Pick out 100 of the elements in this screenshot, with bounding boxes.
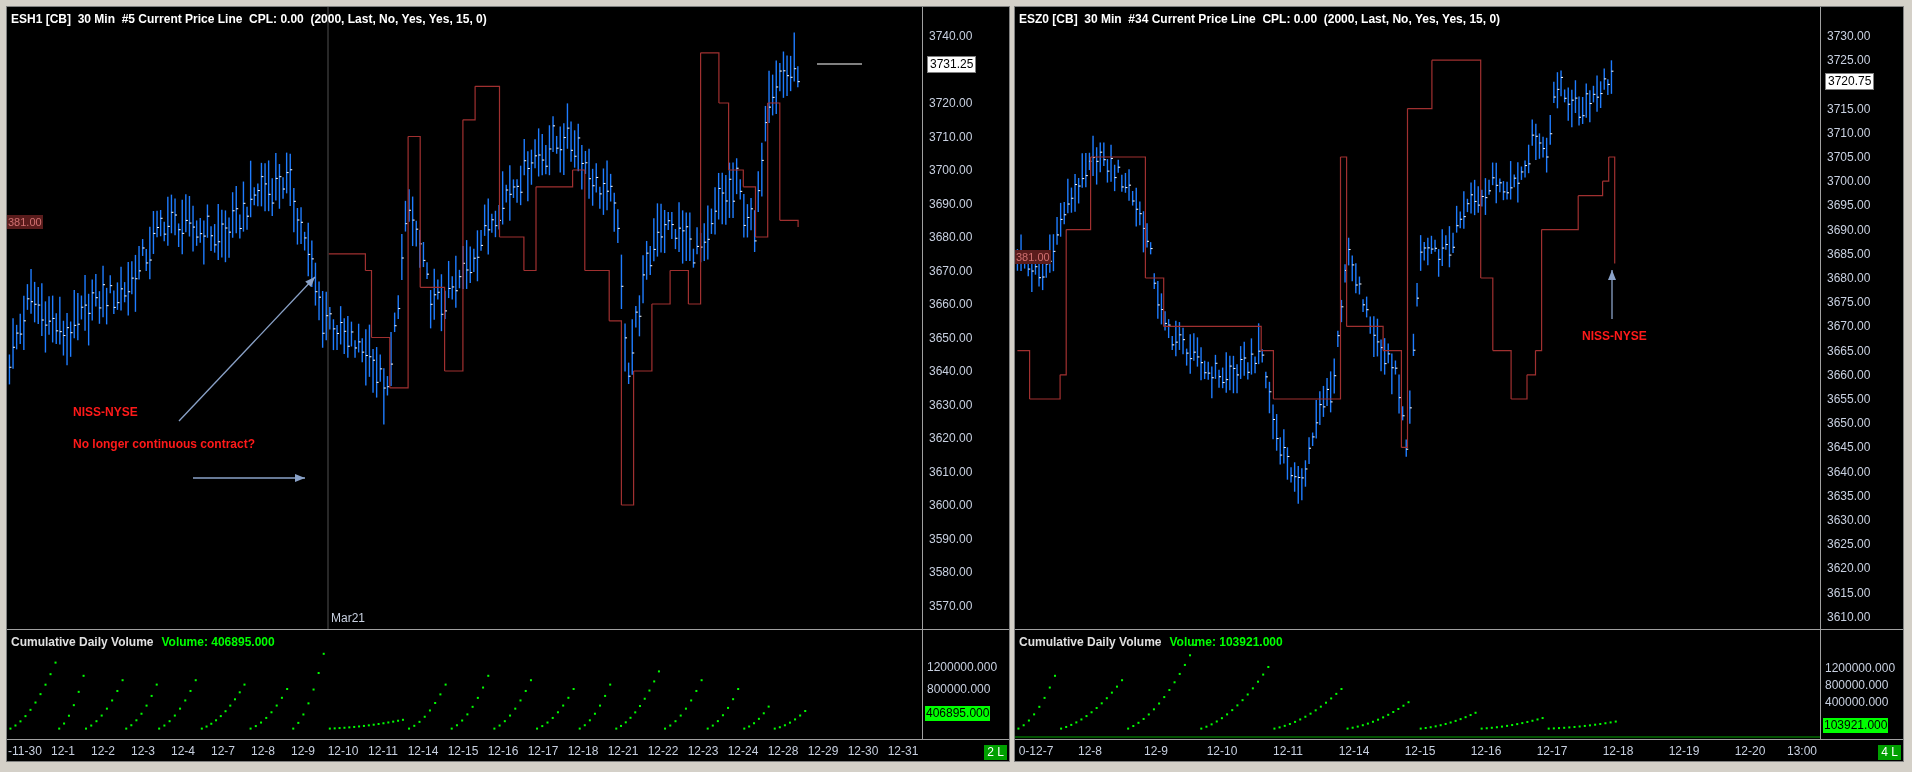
axis-label: 3615.00 bbox=[1826, 585, 1871, 600]
axis-label: 3650.00 bbox=[928, 330, 973, 345]
date-label: 12-16 bbox=[486, 742, 520, 760]
session-label: Mar21 bbox=[331, 610, 365, 627]
axis-label: 3690.00 bbox=[1826, 222, 1871, 237]
axis-label: 3670.00 bbox=[1826, 319, 1871, 334]
date-label: -11-30 bbox=[7, 742, 43, 760]
date-label: 12-14 bbox=[1337, 742, 1371, 760]
date-label: 12-23 bbox=[686, 742, 720, 760]
last-price-label: 3731.25 bbox=[927, 56, 977, 73]
date-label: 12-18 bbox=[566, 742, 600, 760]
axis-label: 3680.00 bbox=[928, 230, 973, 244]
date-label: 0-12-7 bbox=[1017, 742, 1055, 760]
last-price-label: 3720.75 bbox=[1825, 73, 1875, 90]
annotation-text: NISS-NYSE bbox=[73, 404, 138, 421]
axis-label: 1200000.000 bbox=[1824, 661, 1896, 675]
axis-label: 3700.00 bbox=[1826, 174, 1871, 189]
axis-label: 3630.00 bbox=[928, 397, 973, 412]
date-label: 12-14 bbox=[406, 742, 440, 760]
axis-label: 3720.00 bbox=[928, 96, 973, 110]
chart-title: ESZ0 [CB] 30 Min #34 Current Price Line CPL: 0.00 (2000, Last, No, Yes, Yes, 15, 0) bbox=[1019, 11, 1501, 28]
axis-label: 3655.00 bbox=[1826, 392, 1871, 406]
axis-label: 3640.00 bbox=[1826, 464, 1871, 479]
axis-label: 3620.00 bbox=[1826, 561, 1871, 576]
axis-label: 3680.00 bbox=[1826, 271, 1871, 285]
status-badge: 4 L bbox=[1878, 745, 1901, 760]
axis-label: 3740.00 bbox=[928, 29, 973, 43]
date-label: 12-11 bbox=[1272, 742, 1304, 760]
date-label: 12-8 bbox=[250, 742, 276, 760]
annotation-text: No longer continuous contract? bbox=[73, 436, 255, 453]
axis-label: 3710.00 bbox=[1826, 125, 1871, 140]
axis-label: 3610.00 bbox=[1826, 609, 1871, 624]
date-label: 12-19 bbox=[1667, 742, 1701, 760]
arrow bbox=[1608, 269, 1616, 320]
date-label: 12-22 bbox=[646, 742, 680, 760]
axis-label: 3710.00 bbox=[928, 129, 973, 144]
date-label: 12-15 bbox=[1403, 742, 1437, 760]
annotation-text: NISS-NYSE bbox=[1582, 328, 1647, 345]
axis-label: 3580.00 bbox=[928, 565, 973, 579]
axis-label: 3570.00 bbox=[928, 598, 973, 613]
date-label: 12-18 bbox=[1601, 742, 1635, 760]
date-label: 12-7 bbox=[210, 742, 236, 760]
date-label: 12-29 bbox=[806, 742, 840, 760]
date-label: 12-17 bbox=[1535, 742, 1569, 760]
date-label: 13:00 bbox=[1786, 742, 1818, 760]
date-label: 12-15 bbox=[446, 742, 480, 760]
axis-label: 3640.00 bbox=[928, 364, 973, 378]
date-label: 12-9 bbox=[1143, 742, 1169, 760]
axis-label: 3660.00 bbox=[928, 297, 973, 311]
date-label: 12-1 bbox=[50, 742, 76, 760]
axis-label: 3610.00 bbox=[928, 464, 973, 479]
axis-label: 3690.00 bbox=[928, 196, 973, 211]
axis-label: 3600.00 bbox=[928, 498, 973, 512]
volume-reading: Volume: 103921.000 bbox=[1169, 634, 1283, 651]
axis-label: 800000.000 bbox=[926, 682, 991, 696]
axis-label: 3695.00 bbox=[1826, 198, 1871, 213]
axis-label: 3700.00 bbox=[928, 163, 973, 177]
axis-label: 3670.00 bbox=[928, 263, 973, 278]
status-badge: 2 L bbox=[984, 745, 1007, 760]
axis-label: 3665.00 bbox=[1826, 343, 1871, 358]
axis-label: 400000.000 bbox=[1824, 695, 1889, 709]
last-volume-label: 103921.000 bbox=[1823, 718, 1889, 733]
date-label: 12-8 bbox=[1077, 742, 1103, 760]
date-label: 12-16 bbox=[1469, 742, 1503, 760]
date-label: 12-20 bbox=[1733, 742, 1767, 760]
axis-label: 3725.00 bbox=[1826, 53, 1871, 68]
indicator-title: Cumulative Daily Volume bbox=[11, 634, 154, 651]
axis-label: 3635.00 bbox=[1826, 488, 1871, 503]
current-price-line bbox=[816, 63, 863, 65]
chart-title: ESH1 [CB] 30 Min #5 Current Price Line CPL: 0.00 (2000, Last, No, Yes, Yes, 15, 0) bbox=[11, 11, 487, 28]
axis-label: 3625.00 bbox=[1826, 537, 1871, 552]
indicator-title: Cumulative Daily Volume bbox=[1019, 634, 1162, 651]
last-volume-label: 406895.000 bbox=[925, 706, 991, 721]
date-label: 12-17 bbox=[526, 742, 560, 760]
price-marker: 381.00 bbox=[7, 215, 43, 229]
volume-reading: Volume: 406895.000 bbox=[161, 634, 275, 651]
date-label: 12-10 bbox=[326, 742, 360, 760]
axis-label: 3620.00 bbox=[928, 431, 973, 445]
date-label: 12-28 bbox=[766, 742, 800, 760]
axis-label: 1200000.000 bbox=[926, 660, 998, 674]
axis-label: 3705.00 bbox=[1826, 150, 1871, 164]
axis-label: 3715.00 bbox=[1826, 101, 1871, 116]
date-label: 12-11 bbox=[367, 742, 399, 760]
date-label: 12-10 bbox=[1205, 742, 1239, 760]
date-label: 12-4 bbox=[170, 742, 196, 760]
price-marker: 381.00 bbox=[1015, 250, 1051, 264]
axis-label: 800000.000 bbox=[1824, 678, 1889, 692]
date-label: 12-24 bbox=[726, 742, 760, 760]
axis-label: 3685.00 bbox=[1826, 246, 1871, 261]
date-label: 12-3 bbox=[130, 742, 156, 760]
axis-label: 3650.00 bbox=[1826, 416, 1871, 431]
date-label: 12-30 bbox=[846, 742, 880, 760]
axis-label: 3730.00 bbox=[1826, 29, 1871, 43]
date-label: 12-31 bbox=[886, 742, 920, 760]
axis-label: 3645.00 bbox=[1826, 440, 1871, 455]
axis-label: 3590.00 bbox=[928, 531, 973, 546]
axis-label: 3630.00 bbox=[1826, 513, 1871, 527]
axis-label: 3660.00 bbox=[1826, 367, 1871, 382]
axis-label: 3675.00 bbox=[1826, 295, 1871, 310]
date-label: 12-21 bbox=[606, 742, 640, 760]
